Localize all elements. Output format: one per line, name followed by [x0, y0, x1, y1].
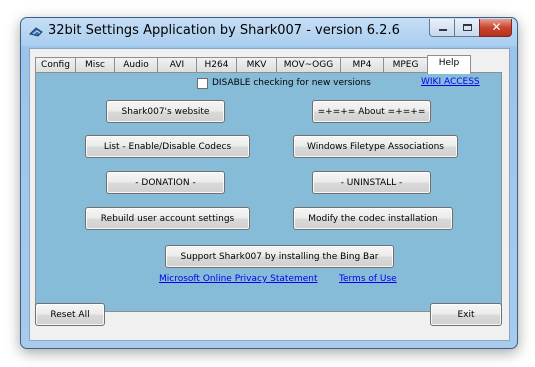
terms-of-use-link[interactable]: Terms of Use: [339, 274, 397, 284]
minimize-button[interactable]: [429, 19, 455, 37]
wiki-access-link[interactable]: WIKI ACCESS: [421, 77, 480, 87]
close-icon: ✕: [491, 20, 502, 34]
filetype-associations-button[interactable]: Windows Filetype Associations: [293, 135, 458, 158]
website-button[interactable]: Shark007's website: [106, 100, 225, 123]
tab-mp4[interactable]: MP4: [340, 57, 384, 73]
tab-mpeg[interactable]: MPEG: [383, 57, 428, 73]
maximize-button[interactable]: [454, 19, 480, 37]
tab-config[interactable]: Config: [35, 57, 76, 73]
maximize-icon: [463, 24, 472, 31]
close-button[interactable]: ✕: [479, 19, 512, 37]
bing-bar-button[interactable]: Support Shark007 by installing the Bing …: [165, 245, 394, 268]
modify-installation-button[interactable]: Modify the codec installation: [293, 207, 453, 230]
about-button[interactable]: =+=+= About =+=+=: [312, 100, 431, 123]
title-bar[interactable]: 32bit Settings Application by Shark007 -…: [21, 18, 517, 46]
client-area: Config Misc Audio AVI H264 MKV MOV~OGG M…: [29, 48, 510, 341]
reset-all-button[interactable]: Reset All: [35, 303, 105, 326]
donation-button[interactable]: - DONATION -: [106, 171, 225, 194]
tab-h264[interactable]: H264: [196, 57, 237, 73]
exit-button[interactable]: Exit: [430, 303, 502, 326]
rebuild-settings-button[interactable]: Rebuild user account settings: [85, 207, 250, 230]
minimize-icon: [439, 29, 447, 31]
help-panel: DISABLE checking for new versions WIKI A…: [35, 72, 502, 312]
disable-update-checkbox[interactable]: [197, 78, 208, 89]
uninstall-button[interactable]: - UNINSTALL -: [312, 171, 431, 194]
tab-mov-ogg[interactable]: MOV~OGG: [276, 57, 341, 73]
tab-misc[interactable]: Misc: [75, 57, 115, 73]
window-title: 32bit Settings Application by Shark007 -…: [48, 23, 400, 38]
list-codecs-button[interactable]: List - Enable/Disable Codecs: [85, 135, 250, 158]
tab-help[interactable]: Help: [427, 55, 471, 74]
app-icon: [29, 27, 43, 37]
tab-mkv[interactable]: MKV: [236, 57, 277, 73]
tab-audio[interactable]: Audio: [114, 57, 158, 73]
tab-avi[interactable]: AVI: [157, 57, 197, 73]
disable-update-label: DISABLE checking for new versions: [212, 78, 371, 88]
app-window: 32bit Settings Application by Shark007 -…: [20, 17, 518, 349]
privacy-statement-link[interactable]: Microsoft Online Privacy Statement: [159, 274, 318, 284]
